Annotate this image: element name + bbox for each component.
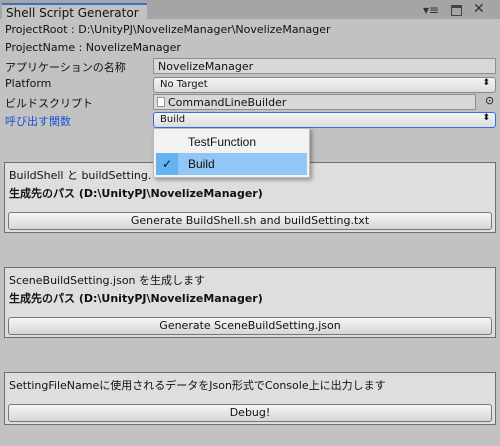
tab-shell-script-generator[interactable]: Shell Script Generator	[2, 3, 147, 20]
section-description: SettingFileNameに使用されるデータをJson形式でConsole上…	[9, 379, 386, 392]
close-icon[interactable]: ✕	[473, 1, 485, 17]
generate-buildshell-button[interactable]: Generate BuildShell.sh and buildSetting.…	[8, 212, 492, 230]
project-name: ProjectName : NovelizeManager	[5, 41, 181, 54]
script-file-icon	[157, 97, 165, 107]
checkmark-icon: ✓	[156, 153, 178, 175]
menu-icon[interactable]: ▾≡	[423, 3, 439, 17]
menu-item-testfunction[interactable]: TestFunction	[156, 131, 307, 153]
section-description: SceneBuildSetting.json を生成します	[9, 274, 206, 287]
platform-value: No Target	[160, 79, 208, 90]
app-name-label: アプリケーションの名称	[5, 61, 126, 74]
section-description: BuildShell と buildSetting.	[9, 169, 152, 182]
updown-arrow-icon: ⬍	[482, 113, 490, 123]
object-picker-icon[interactable]: ⊙	[485, 94, 494, 107]
project-root: ProjectRoot : D:\UnityPJ\NovelizeManager…	[5, 23, 331, 36]
menu-item-label: TestFunction	[188, 135, 257, 149]
tab-title: Shell Script Generator	[6, 6, 139, 20]
build-script-field[interactable]: CommandLineBuilder	[153, 94, 476, 110]
generate-scene-build-setting-button[interactable]: Generate SceneBuildSetting.json	[8, 317, 492, 335]
updown-arrow-icon: ⬍	[482, 78, 490, 88]
section-path: 生成先のパス (D:\UnityPJ\NovelizeManager)	[9, 187, 263, 200]
scene-build-setting-section: SceneBuildSetting.json を生成します 生成先のパス (D:…	[4, 267, 496, 338]
platform-select[interactable]: No Target ⬍	[153, 77, 496, 93]
maximize-icon[interactable]	[451, 5, 462, 16]
debug-section: SettingFileNameに使用されるデータをJson形式でConsole上…	[4, 372, 496, 425]
platform-label: Platform	[5, 77, 52, 90]
build-script-value: CommandLineBuilder	[168, 96, 287, 109]
function-select[interactable]: Build ⬍	[153, 112, 496, 128]
app-name-input[interactable]: NovelizeManager	[153, 58, 496, 74]
function-value: Build	[160, 114, 186, 125]
menu-item-label: Build	[188, 157, 215, 171]
section-path: 生成先のパス (D:\UnityPJ\NovelizeManager)	[9, 292, 263, 305]
function-label: 呼び出す関数	[5, 115, 71, 128]
debug-button[interactable]: Debug!	[8, 404, 492, 422]
menu-item-build[interactable]: ✓ Build	[156, 153, 307, 175]
function-dropdown-menu: TestFunction ✓ Build	[153, 128, 310, 178]
build-script-label: ビルドスクリプト	[5, 97, 93, 110]
